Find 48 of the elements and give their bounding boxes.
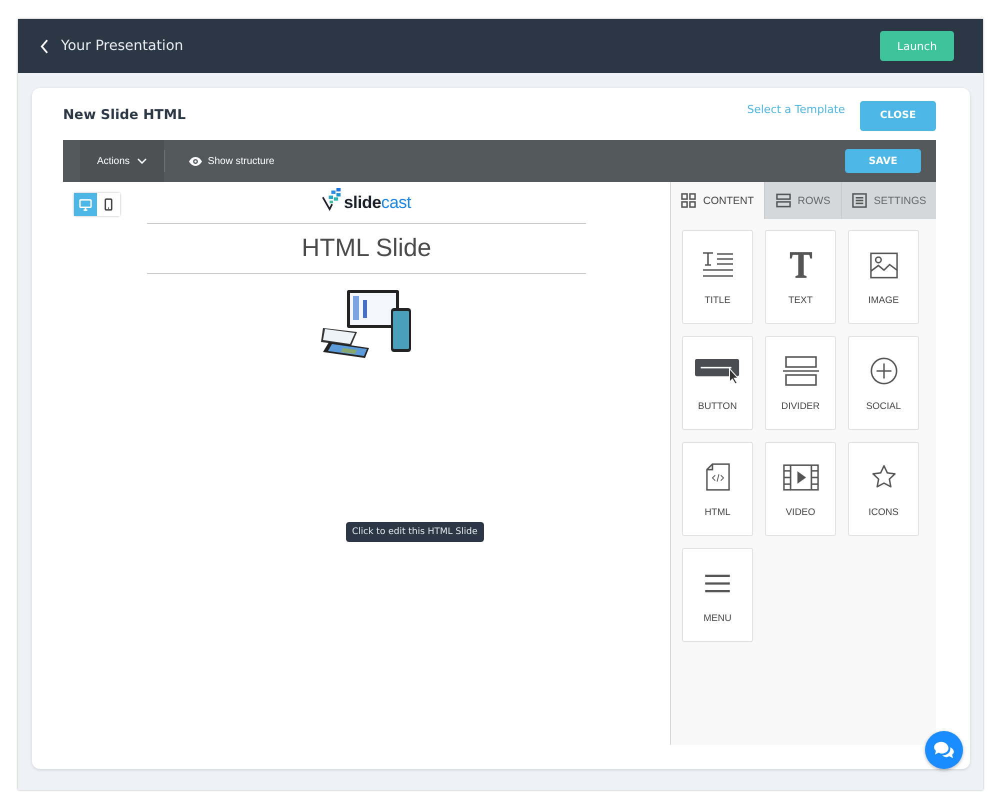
- tile-label: DIVIDER: [781, 401, 820, 412]
- back-chevron-icon[interactable]: [40, 38, 49, 54]
- content-block-tile[interactable]: VIDEO: [765, 442, 836, 536]
- content-block-tile[interactable]: HTML: [682, 442, 753, 536]
- tile-label: VIDEO: [786, 507, 816, 518]
- content-block-tile[interactable]: SOCIAL: [848, 336, 919, 430]
- letter-icon: [788, 251, 812, 279]
- tile-label: BUTTON: [698, 401, 737, 412]
- tile-label: IMAGE: [868, 295, 899, 306]
- show-structure-button[interactable]: Show structure: [182, 154, 280, 168]
- content-block-tile[interactable]: BUTTON: [682, 336, 753, 430]
- content-block-tile[interactable]: IMAGE: [848, 230, 919, 324]
- button-cursor-icon: [694, 358, 740, 384]
- editor-title: New Slide HTML: [63, 107, 186, 123]
- tile-label: TEXT: [788, 295, 813, 306]
- heading-lines-icon: [700, 251, 734, 279]
- eye-icon: [188, 156, 202, 166]
- content-block-tile[interactable]: ICONS: [848, 442, 919, 536]
- content-block-tile[interactable]: TITLE: [682, 230, 753, 324]
- slide-heading: HTML Slide: [147, 223, 586, 274]
- rows-icon: [776, 193, 791, 208]
- caret-icon: [136, 158, 147, 164]
- logo-wordmark: slidecast: [344, 194, 412, 211]
- list-panel-icon: [852, 193, 867, 208]
- desktop-icon: [79, 198, 92, 210]
- star-icon: [870, 464, 896, 490]
- grid-icon: [681, 193, 696, 208]
- mobile-view-button[interactable]: [97, 193, 120, 216]
- tile-label: SOCIAL: [866, 401, 901, 412]
- tooltip: Click to edit this HTML Slide: [346, 522, 484, 542]
- film-icon: [782, 464, 818, 490]
- menu-icon: [705, 574, 730, 592]
- mobile-phone-icon: [104, 198, 113, 211]
- plus-circle-icon: [870, 357, 898, 385]
- tile-label: ICONS: [868, 507, 899, 518]
- actions-dropdown[interactable]: Actions: [80, 140, 164, 182]
- tile-label: TITLE: [704, 295, 730, 306]
- code-file-icon: [706, 463, 730, 491]
- content-block-tile[interactable]: DIVIDER: [765, 336, 836, 430]
- content-block-tile[interactable]: TEXT: [765, 230, 836, 324]
- back-link[interactable]: Your Presentation: [61, 38, 184, 54]
- image-icon: [870, 252, 898, 278]
- chat-bubbles-icon: [933, 741, 955, 759]
- content-block-tile[interactable]: MENU: [682, 548, 753, 642]
- divider-icon: [782, 356, 818, 386]
- tile-label: MENU: [704, 613, 732, 624]
- panel-tab[interactable]: CONTENT: [671, 182, 765, 219]
- tile-label: HTML: [704, 507, 730, 518]
